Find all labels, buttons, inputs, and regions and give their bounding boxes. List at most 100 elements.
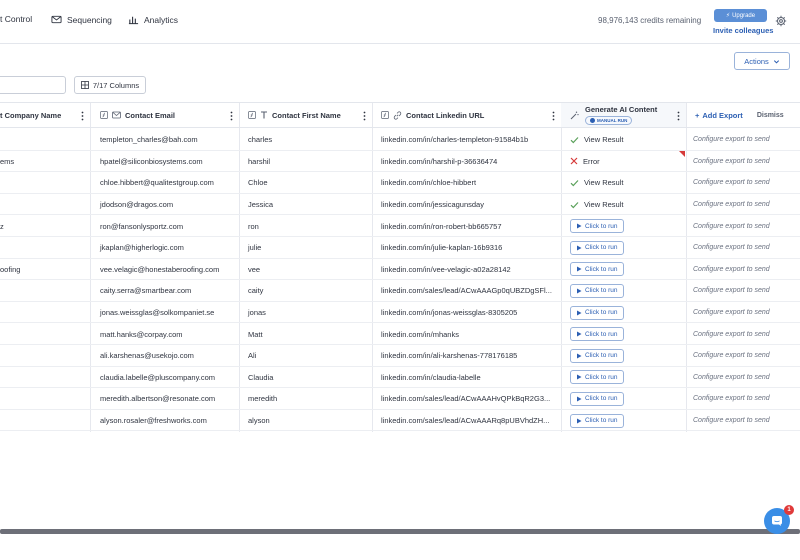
- kebab-menu-icon[interactable]: [81, 111, 84, 121]
- table-row[interactable]: ems hpatel@siliconbiosystems.com harshil li…: [0, 150, 800, 173]
- cell-company[interactable]: oofing: [0, 259, 90, 281]
- kebab-menu-icon[interactable]: [363, 111, 366, 121]
- cell-configure-export[interactable]: Configure export to send: [686, 172, 800, 194]
- add-export-button[interactable]: + Add Export: [695, 111, 743, 120]
- cell-first-name[interactable]: vee: [239, 259, 372, 281]
- cell-company[interactable]: [0, 367, 90, 389]
- nav-item-control[interactable]: t Control: [0, 14, 32, 24]
- actions-button[interactable]: Actions: [734, 52, 790, 70]
- cell-configure-export[interactable]: Configure export to send: [686, 367, 800, 389]
- click-to-run-button[interactable]: Click to run: [570, 348, 624, 363]
- table-row[interactable]: meredith.albertson@resonate.com meredith l…: [0, 388, 800, 410]
- cell-company[interactable]: [0, 129, 90, 151]
- cell-linkedin[interactable]: linkedin.com/in/jessicagunsday: [372, 194, 561, 216]
- error-status[interactable]: Error: [570, 157, 600, 166]
- cell-configure-export[interactable]: Configure export to send: [686, 323, 800, 345]
- cell-configure-export[interactable]: Configure export to send: [686, 302, 800, 324]
- cell-first-name[interactable]: Matt: [239, 323, 372, 345]
- columns-button[interactable]: 7/17 Columns: [74, 76, 146, 94]
- cell-ai-content[interactable]: View Result: [561, 129, 686, 151]
- cell-first-name[interactable]: Chloe: [239, 172, 372, 194]
- cell-ai-content[interactable]: View Result: [561, 172, 686, 194]
- table-row[interactable]: matt.hanks@corpay.com Matt linkedin.com/in…: [0, 323, 800, 345]
- cell-first-name[interactable]: julie: [239, 237, 372, 259]
- table-row[interactable]: chloe.hibbert@qualitestgroup.com Chloe lin…: [0, 172, 800, 194]
- cell-ai-content[interactable]: Click to run: [561, 215, 686, 237]
- cell-linkedin[interactable]: linkedin.com/in/vee-velagic-a02a28142: [372, 259, 561, 281]
- gear-icon[interactable]: [775, 15, 787, 27]
- cell-email[interactable]: meredith.albertson@resonate.com: [90, 388, 239, 410]
- horizontal-scrollbar[interactable]: [0, 529, 800, 534]
- click-to-run-button[interactable]: Click to run: [570, 327, 624, 342]
- cell-email[interactable]: hpatel@siliconbiosystems.com: [90, 151, 239, 173]
- cell-email[interactable]: claudia.labelle@pluscompany.com: [90, 367, 239, 389]
- click-to-run-button[interactable]: Click to run: [570, 240, 624, 255]
- search-input[interactable]: [0, 76, 66, 94]
- view-result-link[interactable]: View Result: [570, 135, 623, 144]
- cell-ai-content[interactable]: Click to run: [561, 259, 686, 281]
- cell-ai-content[interactable]: Error: [561, 150, 686, 173]
- cell-configure-export[interactable]: Configure export to send: [686, 215, 800, 237]
- table-row[interactable]: templeton_charles@bah.com charles linkedin…: [0, 129, 800, 151]
- cell-ai-content[interactable]: Click to run: [561, 280, 686, 302]
- column-header-email[interactable]: Contact Email: [90, 102, 239, 128]
- column-header-ai-content[interactable]: Generate AI Content MANUAL RUN: [561, 102, 686, 128]
- column-header-company[interactable]: t Company Name: [0, 102, 90, 128]
- cell-ai-content[interactable]: Click to run: [561, 410, 686, 432]
- cell-first-name[interactable]: Jessica: [239, 194, 372, 216]
- nav-item-analytics[interactable]: Analytics: [128, 14, 178, 25]
- cell-company[interactable]: [0, 410, 90, 432]
- click-to-run-button[interactable]: Click to run: [570, 413, 624, 428]
- cell-company[interactable]: [0, 388, 90, 410]
- cell-company[interactable]: [0, 302, 90, 324]
- cell-email[interactable]: jdodson@dragos.com: [90, 194, 239, 216]
- click-to-run-button[interactable]: Click to run: [570, 370, 624, 385]
- cell-linkedin[interactable]: linkedin.com/in/mhanks: [372, 323, 561, 345]
- column-header-linkedin[interactable]: Contact Linkedin URL: [372, 102, 561, 128]
- cell-first-name[interactable]: jonas: [239, 302, 372, 324]
- cell-first-name[interactable]: ron: [239, 215, 372, 237]
- cell-email[interactable]: vee.velagic@honestaberoofing.com: [90, 259, 239, 281]
- cell-company[interactable]: [0, 345, 90, 367]
- table-row[interactable]: alyson.rosaler@freshworks.com alyson linke…: [0, 410, 800, 432]
- click-to-run-button[interactable]: Click to run: [570, 262, 624, 277]
- cell-linkedin[interactable]: linkedin.com/in/ali-karshenas-778176185: [372, 345, 561, 367]
- cell-first-name[interactable]: charles: [239, 129, 372, 151]
- dismiss-button[interactable]: Dismiss: [757, 112, 784, 119]
- cell-first-name[interactable]: harshil: [239, 151, 372, 173]
- cell-configure-export[interactable]: Configure export to send: [686, 194, 800, 216]
- table-row[interactable]: claudia.labelle@pluscompany.com Claudia li…: [0, 367, 800, 389]
- view-result-link[interactable]: View Result: [570, 178, 623, 187]
- cell-linkedin[interactable]: linkedin.com/in/claudia-labelle: [372, 367, 561, 389]
- cell-linkedin[interactable]: linkedin.com/in/jonas-weissglas-8305205: [372, 302, 561, 324]
- kebab-menu-icon[interactable]: [552, 111, 555, 121]
- table-row[interactable]: jkaplan@higherlogic.com julie linkedin.com…: [0, 237, 800, 259]
- cell-company[interactable]: [0, 237, 90, 259]
- cell-email[interactable]: alyson.rosaler@freshworks.com: [90, 410, 239, 432]
- cell-configure-export[interactable]: Configure export to send: [686, 410, 800, 432]
- cell-configure-export[interactable]: Configure export to send: [686, 129, 800, 151]
- cell-first-name[interactable]: Ali: [239, 345, 372, 367]
- cell-configure-export[interactable]: Configure export to send: [686, 237, 800, 259]
- cell-configure-export[interactable]: Configure export to send: [686, 259, 800, 281]
- cell-company[interactable]: z: [0, 215, 90, 237]
- cell-ai-content[interactable]: Click to run: [561, 367, 686, 389]
- cell-email[interactable]: ali.karshenas@usekojo.com: [90, 345, 239, 367]
- click-to-run-button[interactable]: Click to run: [570, 391, 624, 406]
- cell-email[interactable]: jkaplan@higherlogic.com: [90, 237, 239, 259]
- table-row[interactable]: jdodson@dragos.com Jessica linkedin.com/in…: [0, 194, 800, 216]
- cell-email[interactable]: caity.serra@smartbear.com: [90, 280, 239, 302]
- column-header-first-name[interactable]: Contact First Name: [239, 102, 372, 128]
- cell-company[interactable]: [0, 323, 90, 345]
- view-result-link[interactable]: View Result: [570, 200, 623, 209]
- cell-company[interactable]: ems: [0, 151, 90, 173]
- cell-linkedin[interactable]: linkedin.com/sales/lead/ACwAAAGp0qUBZDgS…: [372, 280, 561, 302]
- cell-configure-export[interactable]: Configure export to send: [686, 151, 800, 173]
- table-row[interactable]: jonas.weissglas@solkompaniet.se jonas link…: [0, 302, 800, 324]
- table-row[interactable]: z ron@fansonlysportz.com ron linkedin.com/i…: [0, 215, 800, 237]
- kebab-menu-icon[interactable]: [230, 111, 233, 121]
- cell-ai-content[interactable]: Click to run: [561, 323, 686, 345]
- table-row[interactable]: caity.serra@smartbear.com caity linkedin.c…: [0, 280, 800, 302]
- cell-linkedin[interactable]: linkedin.com/in/ron-robert-bb665757: [372, 215, 561, 237]
- click-to-run-button[interactable]: Click to run: [570, 305, 624, 320]
